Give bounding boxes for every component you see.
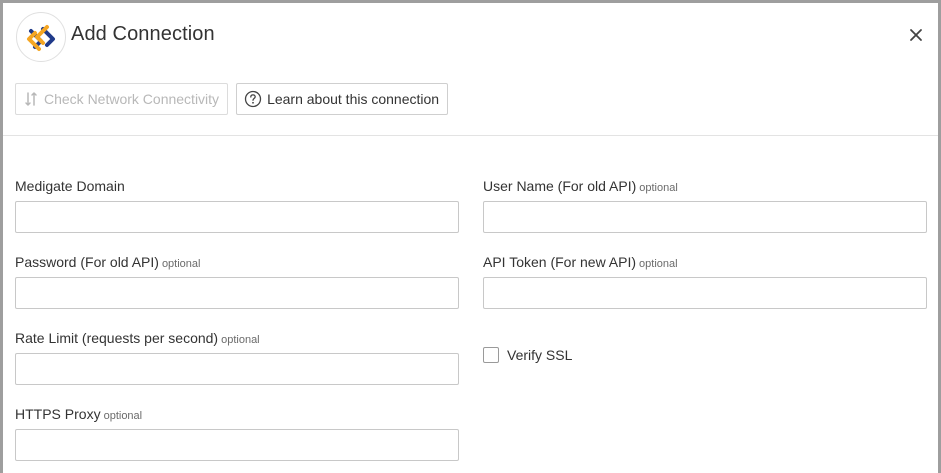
- dialog-title: Add Connection: [71, 23, 215, 45]
- optional-tag: optional: [161, 258, 201, 270]
- optional-tag: optional: [639, 258, 678, 270]
- medigate-domain-label: Medigate Domain: [15, 178, 125, 194]
- https-proxy-field: HTTPS Proxy optional: [15, 405, 459, 461]
- dialog-toolbar: Check Network Connectivity Learn about t…: [15, 83, 449, 115]
- password-label: Password (For old API): [15, 254, 159, 270]
- add-connection-dialog: Add Connection Check Network Connectivit…: [0, 0, 941, 473]
- check-network-label: Check Network Connectivity: [44, 91, 220, 107]
- api-token-field: API Token (For new API) optional: [483, 253, 927, 309]
- verify-ssl-checkbox[interactable]: [483, 347, 499, 363]
- medigate-domain-input[interactable]: [15, 201, 459, 233]
- verify-ssl-label: Verify SSL: [507, 347, 573, 363]
- medigate-domain-field: Medigate Domain: [15, 177, 459, 233]
- password-input[interactable]: [15, 277, 459, 309]
- header-divider: [3, 135, 938, 136]
- network-check-icon: [25, 92, 37, 106]
- user-name-field: User Name (For old API) optional: [483, 177, 927, 233]
- optional-tag: optional: [639, 182, 678, 194]
- learn-about-connection-button[interactable]: Learn about this connection: [236, 83, 449, 115]
- user-name-label: User Name (For old API): [483, 178, 637, 194]
- https-proxy-input[interactable]: [15, 429, 459, 461]
- https-proxy-label: HTTPS Proxy: [15, 406, 101, 422]
- rate-limit-field: Rate Limit (requests per second) optional: [15, 329, 459, 385]
- help-icon: [244, 90, 262, 108]
- password-field: Password (For old API) optional: [15, 253, 459, 309]
- rate-limit-input[interactable]: [15, 353, 459, 385]
- check-network-connectivity-button[interactable]: Check Network Connectivity: [15, 83, 229, 115]
- rate-limit-label: Rate Limit (requests per second): [15, 330, 219, 346]
- user-name-input[interactable]: [483, 201, 927, 233]
- verify-ssl-option[interactable]: Verify SSL: [483, 347, 572, 363]
- close-icon[interactable]: [906, 25, 926, 45]
- learn-label: Learn about this connection: [267, 91, 440, 107]
- optional-tag: optional: [103, 410, 143, 422]
- connector-logo-icon: [16, 12, 66, 62]
- optional-tag: optional: [221, 334, 260, 346]
- dialog-header: Add Connection: [3, 3, 938, 71]
- api-token-label: API Token (For new API): [483, 254, 637, 270]
- api-token-input[interactable]: [483, 277, 927, 309]
